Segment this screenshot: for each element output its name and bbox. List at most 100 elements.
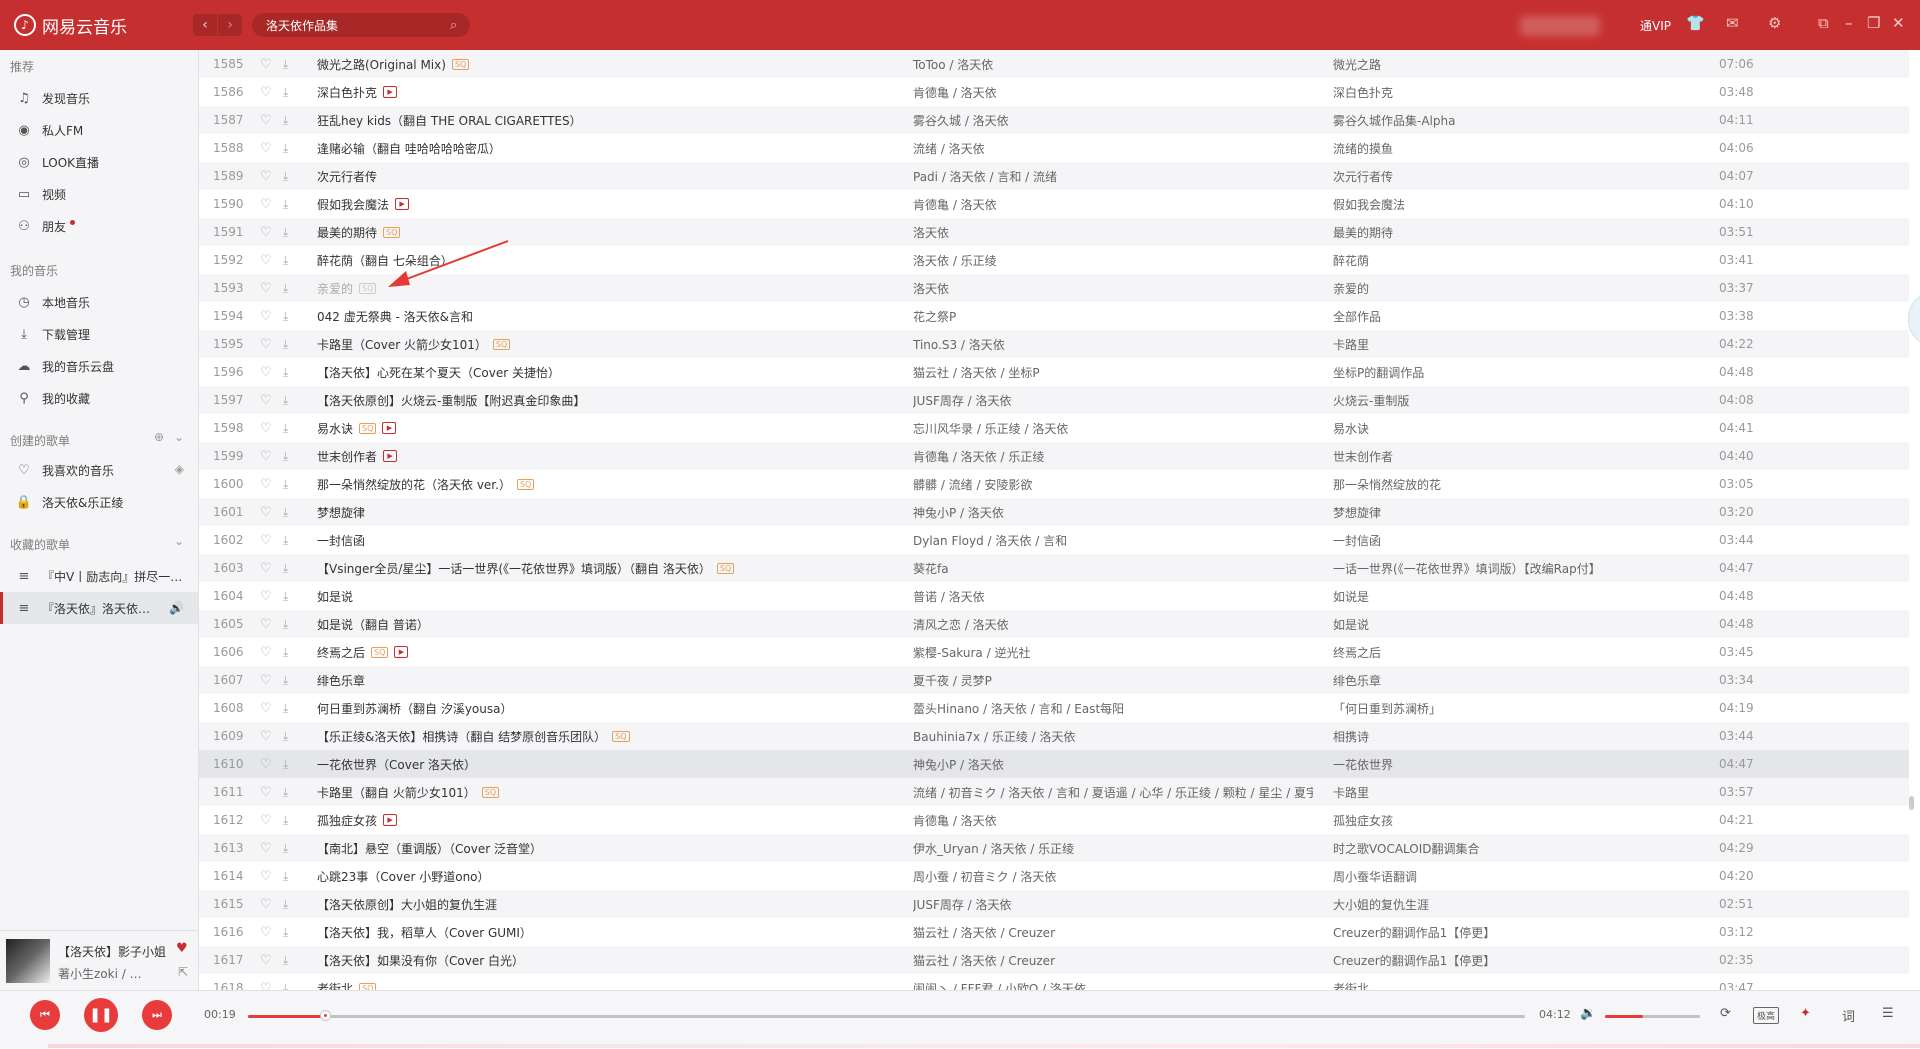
quality-badge[interactable]: 极高 — [1753, 1007, 1780, 1024]
next-button[interactable]: ⏭ — [142, 1000, 172, 1030]
table-row[interactable]: 1595 ♡ ⤓ 卡路里（Cover 火箭少女101） SQ Tino.S3 / 洛天依 卡… — [199, 330, 1909, 358]
track-album[interactable]: Creuzer的翻调作品1【停更】 — [1333, 924, 1495, 941]
track-album[interactable]: 梦想旋律 — [1333, 504, 1381, 521]
user-avatar-blurred[interactable] — [1520, 16, 1600, 36]
pause-button[interactable]: ❚❚ — [84, 998, 118, 1032]
album-cover[interactable] — [6, 939, 50, 983]
track-title-cell[interactable]: 如是说 — [317, 588, 353, 605]
track-album[interactable]: 微光之路 — [1333, 56, 1381, 73]
download-icon[interactable]: ⤓ — [283, 617, 288, 632]
sidebar-item-look[interactable]: ◎ LOOK直播 — [0, 146, 198, 178]
track-album[interactable]: 一话一世界(《一花依世界》填词版）【改编Rap付】 — [1333, 560, 1601, 577]
track-title-cell[interactable]: 卡路里（翻自 火箭少女101） SQ — [317, 784, 500, 801]
track-title[interactable]: 【乐正绫&洛天依】相携诗（翻自 结梦原创音乐团队） — [317, 728, 606, 745]
track-artist[interactable]: 清风之恋 / 洛天依 — [913, 616, 1009, 633]
loop-icon[interactable]: ⟳ — [1720, 1006, 1731, 1021]
download-icon[interactable]: ⤓ — [283, 197, 288, 212]
like-heart-icon[interactable]: ♡ — [260, 505, 272, 520]
like-heart-icon[interactable]: ♡ — [260, 645, 272, 660]
download-icon[interactable]: ⤓ — [283, 673, 288, 688]
like-heart-icon[interactable]: ♡ — [260, 757, 272, 772]
track-title-cell[interactable]: 梦想旋律 — [317, 504, 365, 521]
track-title-cell[interactable]: 那一朵悄然绽放的花（洛天依 ver.） SQ — [317, 476, 535, 493]
track-artist[interactable]: 肯德亀 / 洛天依 — [913, 84, 997, 101]
track-album[interactable]: 易水诀 — [1333, 420, 1369, 437]
track-title-cell[interactable]: 一花依世界（Cover 洛天依） — [317, 756, 476, 773]
sidebar-item-discover[interactable]: ♫ 发现音乐 — [0, 82, 198, 114]
sidebar-item-liked[interactable]: ♡ 我喜欢的音乐 ◈ — [0, 454, 198, 486]
like-heart-icon[interactable]: ♡ — [260, 393, 272, 408]
progress-handle[interactable] — [319, 1010, 331, 1021]
mini-mode-icon[interactable]: ⧉ — [1818, 14, 1829, 32]
table-row[interactable]: 1604 ♡ ⤓ 如是说 普诺 / 洛天依 如说是 04:48 — [199, 582, 1909, 610]
track-album[interactable]: 时之歌VOCALOID翻调集合 — [1333, 840, 1480, 857]
track-artist[interactable]: 流绪 / 初音ミク / 洛天依 / 言和 / 夏语遥 / 心华 / 乐正绫 / … — [913, 784, 1313, 801]
track-title-cell[interactable]: 【南北】悬空（重调版）（Cover 泛音堂） — [317, 840, 542, 857]
track-title-cell[interactable]: 次元行者传 — [317, 168, 377, 185]
track-artist[interactable]: 洛天依 — [913, 280, 949, 297]
track-artist[interactable]: 伊水_Uryan / 洛天依 / 乐正绫 — [913, 840, 1074, 857]
track-title[interactable]: 卡路里（翻自 火箭少女101） — [317, 784, 476, 801]
lyrics-icon[interactable]: 词 — [1842, 1006, 1855, 1025]
back-button[interactable]: ‹ — [193, 14, 217, 36]
track-album[interactable]: 亲爱的 — [1333, 280, 1369, 297]
download-icon[interactable]: ⤓ — [283, 533, 288, 548]
table-row[interactable]: 1594 ♡ ⤓ 042 虚无祭典 - 洛天依&言和 花之祭P 全部作品 03:38 — [199, 302, 1909, 330]
track-title-cell[interactable]: 世末创作者 ▶ — [317, 448, 398, 465]
download-icon[interactable]: ⤓ — [283, 981, 288, 991]
track-title-cell[interactable]: 易水诀 SQ ▶ — [317, 420, 397, 437]
table-row[interactable]: 1601 ♡ ⤓ 梦想旋律 神兔小P / 洛天依 梦想旋律 03:20 — [199, 498, 1909, 526]
track-title[interactable]: 世末创作者 — [317, 448, 377, 465]
like-heart-icon[interactable]: ♡ — [260, 589, 272, 604]
track-title-cell[interactable]: 【洛天依原创】火烧云-重制版【附迟真金印象曲】 — [317, 392, 585, 409]
share-icon[interactable]: ⇱ — [178, 965, 188, 979]
track-artist[interactable]: 葵花fa — [913, 560, 949, 577]
track-artist[interactable]: 蕾头Hinano / 洛天依 / 言和 / East每阳 — [913, 700, 1124, 717]
track-title-cell[interactable]: 卡路里（Cover 火箭少女101） SQ — [317, 336, 511, 353]
download-icon[interactable]: ⤓ — [283, 953, 288, 968]
skin-icon[interactable]: 👕 — [1686, 14, 1705, 32]
track-title-cell[interactable]: 【洛天依】心死在某个夏天（Cover 关捷怡） — [317, 364, 560, 381]
track-album[interactable]: 坐标P的翻调作品 — [1333, 364, 1424, 381]
track-title[interactable]: 【洛天依原创】火烧云-重制版【附迟真金印象曲】 — [317, 392, 585, 409]
track-title[interactable]: 那一朵悄然绽放的花（洛天依 ver.） — [317, 476, 511, 493]
download-icon[interactable]: ⤓ — [283, 365, 288, 380]
track-album[interactable]: 绯色乐章 — [1333, 672, 1381, 689]
download-icon[interactable]: ⤓ — [283, 225, 288, 240]
like-heart-icon[interactable]: ♡ — [260, 197, 272, 212]
download-icon[interactable]: ⤓ — [283, 57, 288, 72]
track-title[interactable]: 如是说（翻自 普诺） — [317, 616, 429, 633]
table-row[interactable]: 1605 ♡ ⤓ 如是说（翻自 普诺） 清风之恋 / 洛天依 如是说 04:48 — [199, 610, 1909, 638]
close-icon[interactable]: ✕ — [1892, 14, 1905, 32]
track-title-cell[interactable]: 如是说（翻自 普诺） — [317, 616, 429, 633]
like-heart-icon[interactable]: ♡ — [260, 701, 272, 716]
download-icon[interactable]: ⤓ — [283, 169, 288, 184]
download-icon[interactable]: ⤓ — [283, 645, 288, 660]
track-album[interactable]: 大小姐的复仇生涯 — [1333, 896, 1429, 913]
track-title-cell[interactable]: 狂乱hey kids（翻自 THE ORAL CIGARETTES） — [317, 112, 582, 129]
track-album[interactable]: 次元行者传 — [1333, 168, 1393, 185]
like-heart-icon[interactable]: ♡ — [260, 337, 272, 352]
track-title[interactable]: 老街北 — [317, 980, 353, 991]
track-title-cell[interactable]: 终焉之后 SQ ▶ — [317, 644, 409, 661]
track-album[interactable]: 相携诗 — [1333, 728, 1369, 745]
track-artist[interactable]: 髒髒 / 流绪 / 安陵影欲 — [913, 476, 1032, 493]
track-title[interactable]: 一封信函 — [317, 532, 365, 549]
track-album[interactable]: Creuzer的翻调作品1【停更】 — [1333, 952, 1495, 969]
now-playing-card[interactable]: 【洛天依】影子小姐 著小生zoki / … ♥ ⇱ — [0, 930, 199, 991]
download-icon[interactable]: ⤓ — [283, 421, 288, 436]
track-title[interactable]: 【洛天依】如果没有你（Cover 白光） — [317, 952, 524, 969]
track-title[interactable]: 如是说 — [317, 588, 353, 605]
vip-link[interactable]: 通VIP — [1640, 17, 1671, 34]
table-row[interactable]: 1612 ♡ ⤓ 孤独症女孩 ▶ 肯德亀 / 洛天依 孤独症女孩 04:21 — [199, 806, 1909, 834]
like-heart-icon[interactable]: ♡ — [260, 869, 272, 884]
track-title[interactable]: 【Vsinger全员/星尘】一话一世界(《一花依世界》填词版）（翻自 洛天依） — [317, 560, 711, 577]
track-title-cell[interactable]: 老街北 SQ — [317, 980, 377, 991]
track-artist[interactable]: 闹闹丶 / FFF君 / 小欧Ω / 洛天依 — [913, 980, 1086, 991]
track-title[interactable]: 梦想旋律 — [317, 504, 365, 521]
table-row[interactable]: 1609 ♡ ⤓ 【乐正绫&洛天依】相携诗（翻自 结梦原创音乐团队） SQ Bauhini… — [199, 722, 1909, 750]
table-row[interactable]: 1603 ♡ ⤓ 【Vsinger全员/星尘】一话一世界(《一花依世界》填词版）（翻自… — [199, 554, 1909, 582]
track-title-cell[interactable]: 何日重到苏澜桥（翻自 汐溪yousa） — [317, 700, 512, 717]
download-icon[interactable]: ⤓ — [283, 925, 288, 940]
like-heart-icon[interactable]: ♡ — [260, 253, 272, 268]
